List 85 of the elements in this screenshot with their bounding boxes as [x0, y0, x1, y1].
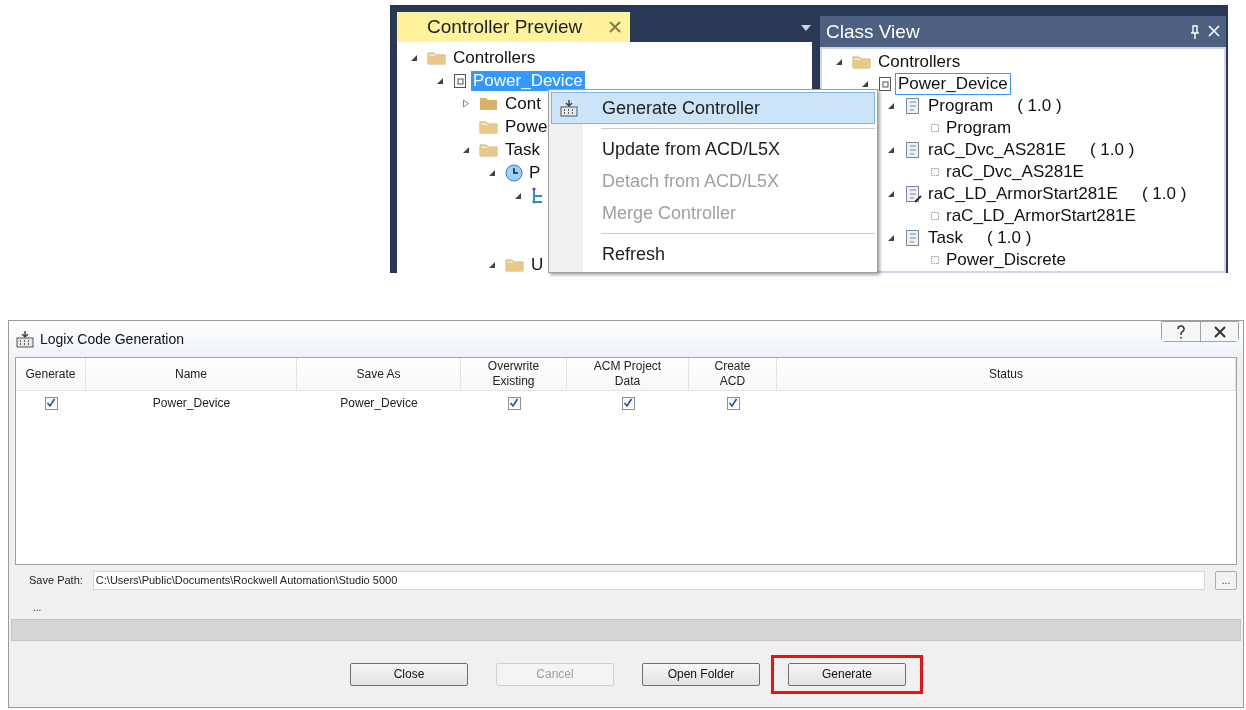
table-cell-text: Power_Device	[339, 395, 419, 412]
expanded-arrow-icon[interactable]	[887, 102, 895, 110]
device-icon	[453, 72, 467, 89]
tree-item[interactable]: raC_LD_ArmorStart281E	[944, 206, 1138, 226]
tree-item[interactable]: Task	[503, 139, 542, 160]
expanded-arrow-icon[interactable]	[835, 58, 843, 66]
collapsed-arrow-icon[interactable]	[462, 99, 470, 108]
save-path-field[interactable]: C:\Users\Public\Documents\Rockwell Automation\Studio 5000	[92, 570, 1205, 590]
folder-icon	[479, 95, 499, 112]
version-text: ( 1.0 )	[1017, 96, 1062, 116]
tree-item[interactable]: Cont	[503, 93, 543, 114]
status-text: ...	[33, 602, 43, 613]
column-header[interactable]: Name	[86, 358, 297, 391]
expanded-arrow-icon[interactable]	[488, 260, 496, 269]
close-icon	[1212, 325, 1227, 338]
version-text: ( 1.0 )	[1141, 184, 1187, 204]
column-header[interactable]: Generate	[16, 358, 86, 391]
clock-icon	[505, 163, 523, 182]
document-icon	[904, 229, 922, 247]
window-title: Logix Code Generation	[40, 331, 184, 347]
dropdown-arrow-icon[interactable]	[800, 24, 812, 32]
pin-icon[interactable]	[1190, 24, 1200, 39]
member-icon	[930, 255, 940, 265]
help-button[interactable]	[1162, 322, 1200, 341]
expanded-arrow-icon[interactable]	[887, 190, 895, 198]
column-header[interactable]: Overwrite Existing	[461, 358, 567, 391]
tree-item[interactable]: U	[529, 254, 546, 273]
column-header[interactable]: Status	[777, 358, 1236, 391]
tree-item[interactable]: Controllers	[451, 47, 538, 68]
column-header[interactable]: ACM Project Data	[567, 358, 689, 391]
expanded-arrow-icon[interactable]	[410, 53, 418, 62]
panel-title: Class View	[826, 20, 920, 43]
tree-item[interactable]: Power_Device	[896, 74, 1010, 94]
checkbox[interactable]	[507, 396, 521, 410]
tree-item[interactable]: Controllers	[876, 52, 963, 72]
dialog-button[interactable]: Generate	[788, 662, 906, 686]
document-tab[interactable]: Controller Preview	[397, 12, 630, 42]
folder-icon	[427, 49, 447, 66]
checkbox[interactable]	[726, 396, 740, 410]
checkbox[interactable]	[44, 396, 58, 410]
member-icon	[930, 167, 940, 177]
dialog-button[interactable]: Close	[350, 662, 468, 686]
expanded-arrow-icon[interactable]	[488, 168, 496, 177]
generate-icon	[15, 330, 35, 348]
dialog-button[interactable]: Open Folder	[642, 662, 760, 686]
tree-item[interactable]: Task	[926, 228, 965, 248]
expanded-arrow-icon[interactable]	[462, 145, 470, 154]
menu-item[interactable]: Update from ACD/L5X	[551, 133, 875, 165]
version-text: ( 1.0 )	[986, 228, 1032, 248]
table-cell-text: Power_Device	[151, 395, 232, 412]
member-icon	[930, 123, 940, 133]
menu-item[interactable]: Refresh	[551, 238, 875, 270]
tree-item[interactable]: raC_Dvc_AS281E	[926, 140, 1068, 160]
column-header[interactable]: Save As	[297, 358, 461, 391]
tree-item[interactable]: Powe	[503, 116, 550, 137]
folder-icon	[479, 118, 499, 135]
folder-icon	[479, 141, 499, 158]
tree-item[interactable]: Power_Discrete	[944, 250, 1068, 270]
close-button[interactable]	[1200, 322, 1238, 341]
tree-item[interactable]: Program	[944, 118, 1014, 138]
checkbox[interactable]	[621, 396, 635, 410]
tree-item[interactable]: raC_LD_ArmorStart281E	[926, 184, 1120, 204]
version-text: ( 1.0 )	[1089, 140, 1135, 160]
column-header[interactable]: Create ACD	[689, 358, 777, 391]
menu-item[interactable]: Generate Controller	[551, 92, 875, 124]
expanded-arrow-icon[interactable]	[887, 146, 895, 154]
browse-button[interactable]: ...	[1215, 570, 1237, 590]
folder-icon	[505, 256, 525, 273]
ladder-icon	[531, 186, 545, 205]
tree-item[interactable]: Program	[926, 96, 996, 116]
document-icon	[904, 97, 922, 115]
member-icon	[930, 211, 940, 221]
document-icon	[904, 141, 922, 159]
expanded-arrow-icon[interactable]	[887, 234, 895, 242]
close-icon[interactable]	[608, 20, 622, 34]
expanded-arrow-icon[interactable]	[514, 191, 522, 200]
field-label: Save Path:	[29, 574, 83, 586]
document-edit-icon	[904, 185, 922, 203]
tree-item[interactable]: raC_Dvc_AS281E	[944, 162, 1086, 182]
generate-icon	[559, 99, 579, 117]
expanded-arrow-icon[interactable]	[436, 76, 444, 85]
tree-item[interactable]: P	[527, 162, 543, 183]
folder-icon	[852, 54, 872, 70]
expanded-arrow-icon[interactable]	[861, 80, 869, 88]
help-icon	[1176, 324, 1186, 339]
